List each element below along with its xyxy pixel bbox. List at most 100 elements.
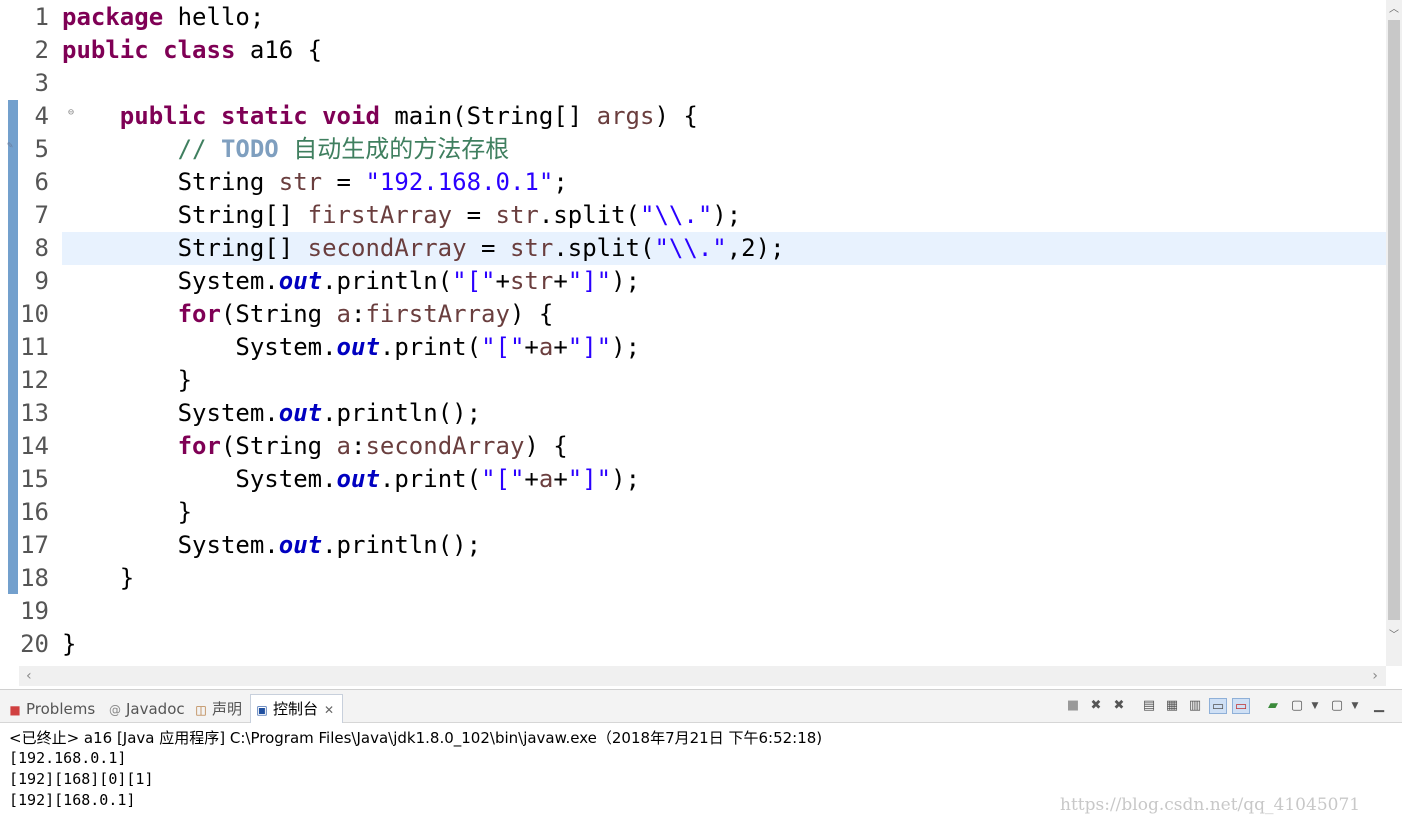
line-number: 6 bbox=[34, 168, 49, 196]
code-text: System. bbox=[62, 465, 337, 493]
code-line-12: } bbox=[62, 364, 1386, 397]
line-number: 3 bbox=[34, 69, 49, 97]
tab-label: 声明 bbox=[212, 700, 243, 718]
keyword: package bbox=[62, 3, 164, 31]
code-text: System. bbox=[62, 333, 337, 361]
open-console-icon[interactable]: ▢ bbox=[1328, 698, 1346, 714]
code-text: ); bbox=[712, 201, 742, 229]
string-literal: "192.168.0.1" bbox=[365, 168, 554, 196]
horizontal-scrollbar[interactable]: ‹ › bbox=[19, 666, 1386, 686]
vertical-scrollbar[interactable]: ︿ ﹀ bbox=[1386, 0, 1402, 666]
code-text: .split( bbox=[538, 201, 641, 229]
display-console-icon[interactable]: ▢ bbox=[1288, 698, 1306, 714]
variable: firstArray bbox=[365, 300, 510, 328]
remove-all-terminated-icon[interactable]: ✖ bbox=[1110, 698, 1128, 714]
code-text: } bbox=[62, 498, 193, 526]
line-number: 14 bbox=[20, 432, 49, 460]
code-text: System. bbox=[62, 267, 279, 295]
string-literal: "[" bbox=[452, 267, 496, 295]
code-line-17: System.out.println(); bbox=[62, 529, 1386, 562]
code-text: } bbox=[62, 564, 135, 592]
scroll-left-icon[interactable]: ‹ bbox=[21, 666, 37, 686]
line-number: 19 bbox=[20, 597, 49, 625]
line-number: 2 bbox=[34, 36, 49, 64]
close-tab-icon[interactable]: ✕ bbox=[324, 703, 334, 717]
code-line-13: System.out.println(); bbox=[62, 397, 1386, 430]
keyword: void bbox=[322, 102, 380, 130]
console-output[interactable]: [192.168.0.1] [192][168][0][1] [192][168… bbox=[9, 748, 154, 811]
chevron-down-icon[interactable]: ▼ bbox=[1306, 698, 1324, 714]
line-number: 5 bbox=[34, 135, 49, 163]
chevron-down-icon[interactable]: ▼ bbox=[1346, 698, 1364, 714]
variable: a bbox=[336, 432, 351, 460]
console-line: [192][168][0][1] bbox=[9, 770, 154, 788]
code-text: + bbox=[524, 333, 539, 361]
word-wrap-icon[interactable]: ▥ bbox=[1186, 698, 1204, 714]
parameter: args bbox=[596, 102, 655, 130]
show-on-stdout-icon[interactable]: ▭ bbox=[1209, 698, 1227, 714]
todo-tag: TODO bbox=[220, 135, 279, 163]
string-literal: "[" bbox=[481, 333, 525, 361]
static-field: out bbox=[278, 267, 323, 295]
minimize-icon[interactable]: ▁ bbox=[1370, 698, 1388, 714]
code-line-14: for(String a:secondArray) { bbox=[62, 430, 1386, 463]
line-number: 16 bbox=[20, 498, 49, 526]
show-on-stderr-icon[interactable]: ▭ bbox=[1232, 698, 1250, 714]
scroll-right-icon[interactable]: › bbox=[1367, 666, 1383, 686]
line-number: 20 bbox=[20, 630, 49, 658]
variable: str bbox=[509, 267, 554, 295]
code-text: ); bbox=[611, 333, 641, 361]
tab-declaration[interactable]: ◫ 声明 bbox=[194, 696, 242, 722]
code-text: hello; bbox=[163, 3, 265, 31]
variable: a bbox=[538, 333, 554, 361]
watermark: https://blog.csdn.net/qq_41045071 bbox=[1060, 795, 1361, 815]
code-text: .print( bbox=[379, 465, 482, 493]
keyword: for bbox=[177, 300, 221, 328]
tab-label: 控制台 bbox=[273, 700, 319, 718]
string-literal: "[" bbox=[481, 465, 525, 493]
static-field: out bbox=[336, 465, 380, 493]
code-editor[interactable]: 1 2 3 4 5 6 7 8 9 10 11 12 13 14 15 16 1… bbox=[0, 0, 1402, 688]
console-view: ■ Problems @ Javadoc ◫ 声明 ▣ 控制台 ✕ ■ ✖ ✖ ▤ ▦ ▥… bbox=[0, 689, 1402, 826]
code-text-area[interactable]: package hello; public class a16 { public… bbox=[62, 1, 1386, 661]
code-text: ,2); bbox=[726, 234, 785, 262]
line-number: 10 bbox=[20, 300, 49, 328]
code-text: + bbox=[524, 465, 539, 493]
code-text: System. bbox=[62, 399, 279, 427]
code-line-4: public static void main(String[] args) { bbox=[62, 100, 1386, 133]
comment: 自动生成的方法存根 bbox=[278, 135, 510, 163]
scroll-lock-icon[interactable]: ▦ bbox=[1163, 698, 1181, 714]
scroll-down-icon[interactable]: ﹀ bbox=[1386, 628, 1402, 644]
task-marker-icon[interactable]: ✎ bbox=[7, 140, 13, 151]
tab-javadoc[interactable]: @ Javadoc bbox=[108, 696, 185, 722]
scroll-up-icon[interactable]: ︿ bbox=[1386, 2, 1402, 18]
line-number: 11 bbox=[20, 333, 49, 361]
keyword: public bbox=[62, 36, 149, 64]
code-text: ) { bbox=[654, 102, 698, 130]
change-ruler bbox=[8, 100, 18, 594]
code-text: : bbox=[351, 300, 366, 328]
tab-label: Javadoc bbox=[126, 700, 185, 718]
remove-launch-icon[interactable]: ✖ bbox=[1087, 698, 1105, 714]
console-process-label: <已终止> a16 [Java 应用程序] C:\Program Files\J… bbox=[9, 729, 823, 747]
tab-console[interactable]: ▣ 控制台 ✕ bbox=[250, 694, 344, 723]
code-line-8-current: String[] secondArray = str.split("\\.",2… bbox=[62, 232, 1386, 265]
variable: str bbox=[278, 168, 323, 196]
code-text: = bbox=[466, 234, 510, 262]
clear-console-icon[interactable]: ▤ bbox=[1140, 698, 1158, 714]
line-number: 9 bbox=[34, 267, 49, 295]
static-field: out bbox=[278, 399, 323, 427]
vertical-scroll-thumb[interactable] bbox=[1388, 20, 1400, 620]
declaration-icon: ◫ bbox=[195, 703, 207, 717]
line-number: 13 bbox=[20, 399, 49, 427]
code-text: String[] bbox=[62, 234, 308, 262]
pin-console-icon[interactable]: ▰ bbox=[1264, 698, 1282, 714]
view-tab-bar: ■ Problems @ Javadoc ◫ 声明 ▣ 控制台 ✕ ■ ✖ ✖ ▤ ▦ ▥… bbox=[0, 690, 1402, 723]
code-text: : bbox=[351, 432, 366, 460]
tab-problems[interactable]: ■ Problems bbox=[8, 696, 95, 722]
terminate-icon[interactable]: ■ bbox=[1064, 698, 1082, 714]
code-text: .println(); bbox=[322, 399, 482, 427]
